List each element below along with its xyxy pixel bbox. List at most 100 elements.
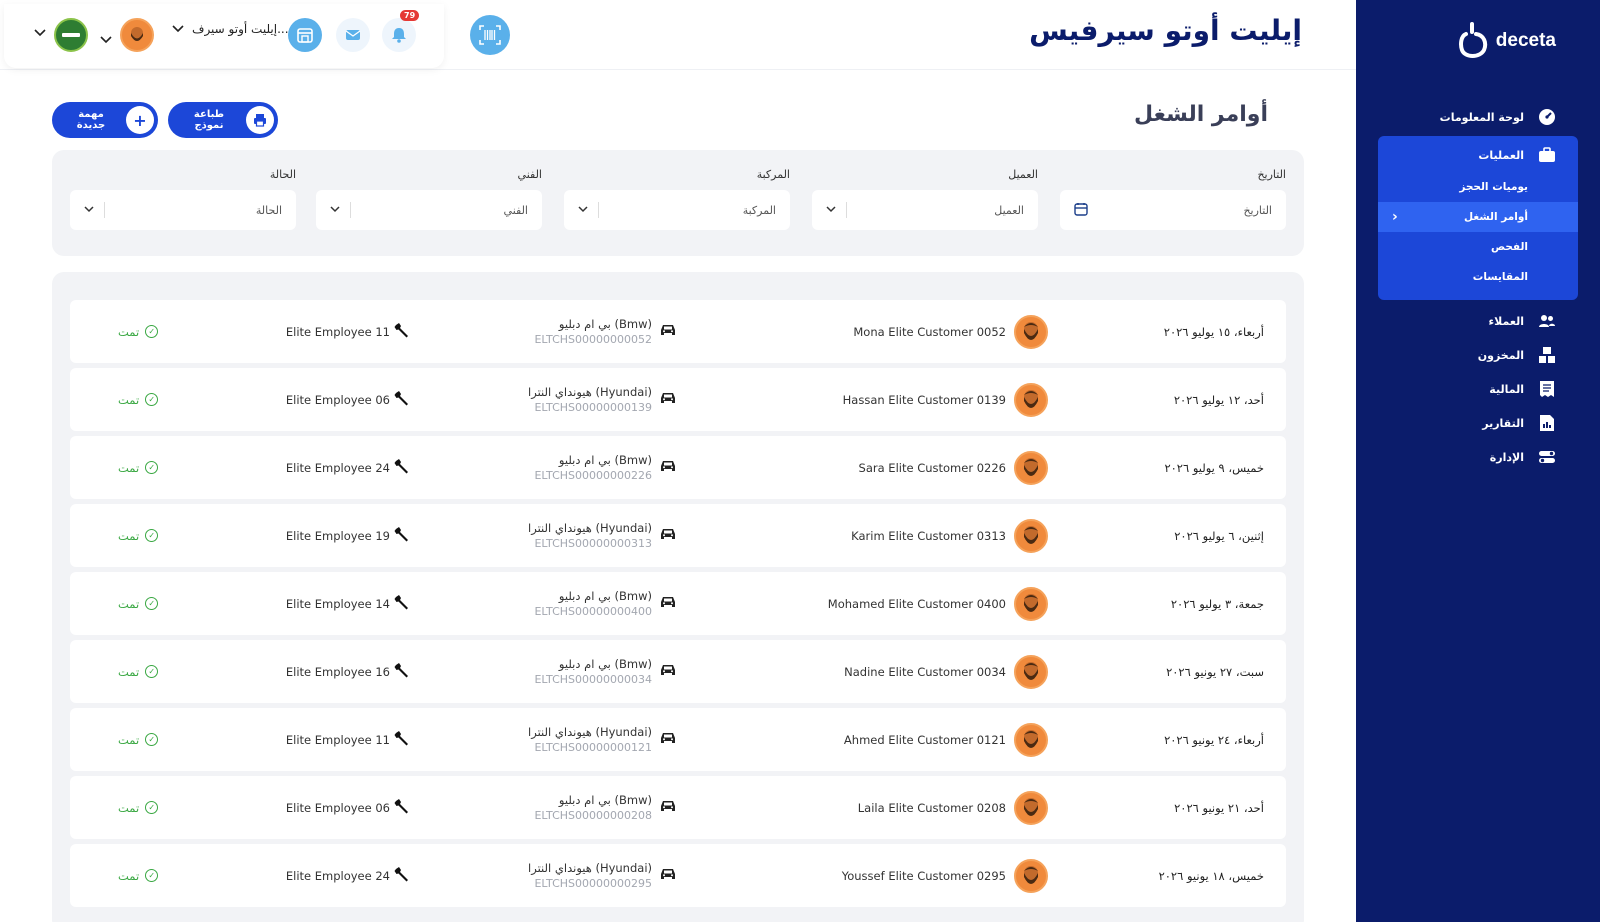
technician-name: Elite Employee 24 xyxy=(285,460,390,475)
customer-avatar xyxy=(1014,382,1048,417)
vehicle-name: بي ام دبليو (Bmw) xyxy=(558,792,652,807)
sidebar-sub-inspection[interactable]: الفحص xyxy=(1378,232,1578,262)
table-row[interactable]: أحد، ١٢ يوليو ٢٠٢٦ Hassan Elite Customer… xyxy=(70,368,1286,431)
briefcase-icon xyxy=(1538,146,1556,164)
row-vehicle[interactable]: بي ام دبليو (Bmw) ELTCHS00000000208 xyxy=(534,776,676,839)
row-customer[interactable]: Mohamed Elite Customer 0400 xyxy=(828,572,1048,635)
table-row[interactable]: أحد، ٢١ يونيو ٢٠٢٦ Laila Elite Customer … xyxy=(70,776,1286,839)
customer-filter-placeholder: العميل xyxy=(994,203,1024,217)
sidebar-item-operations[interactable]: العمليات xyxy=(1378,138,1578,172)
car-icon xyxy=(660,731,676,748)
row-customer[interactable]: Karim Elite Customer 0313 xyxy=(851,504,1048,567)
language-flag-button[interactable] xyxy=(54,18,88,52)
sidebar-item-label: العملاء xyxy=(1488,314,1524,328)
vehicle-filter-select[interactable]: المركبة xyxy=(564,190,790,230)
sidebar-item-admin[interactable]: الإدارة xyxy=(1356,440,1600,474)
table-row[interactable]: أربعاء، ١٥ يوليو ٢٠٢٦ Mona Elite Custome… xyxy=(70,300,1286,363)
table-row[interactable]: خميس، ٩ يوليو ٢٠٢٦ Sara Elite Customer 0… xyxy=(70,436,1286,499)
row-vehicle[interactable]: بي ام دبليو (Bmw) ELTCHS00000000400 xyxy=(534,572,676,635)
check-circle-icon: ✓ xyxy=(145,393,159,406)
wrench-icon xyxy=(394,390,410,409)
language-chevron-icon[interactable] xyxy=(34,29,46,40)
company-name: إيليت أوتو سيرف... xyxy=(192,22,289,36)
notifications-button[interactable]: 79 xyxy=(382,10,420,52)
vehicle-plate: ELTCHS00000000208 xyxy=(534,808,652,822)
row-technician: Elite Employee 24 xyxy=(286,844,410,907)
branch-button[interactable] xyxy=(288,18,322,52)
technician-name: Elite Employee 24 xyxy=(285,868,390,883)
logo[interactable]: deceta xyxy=(1458,22,1556,60)
customer-avatar xyxy=(1014,518,1048,553)
sidebar-sub-work-orders[interactable]: أوامر الشغل ‹ xyxy=(1378,202,1578,232)
row-customer[interactable]: Mona Elite Customer 0052 xyxy=(853,300,1048,363)
check-circle-icon: ✓ xyxy=(145,461,159,474)
date-filter-placeholder: التاريخ xyxy=(1243,203,1272,217)
sidebar-item-label: الإدارة xyxy=(1489,450,1524,464)
avatar-face-icon xyxy=(131,27,143,41)
wrench-icon xyxy=(394,594,410,613)
avatar-face-icon xyxy=(1024,321,1038,340)
row-vehicle[interactable]: هيونداي النترا (Hyundai) ELTCHS000000001… xyxy=(528,368,676,431)
row-status: ✓ تمت xyxy=(118,640,159,703)
wrench-icon xyxy=(394,866,410,885)
sidebar: deceta لوحة المعلومات العمليات يوميات ال… xyxy=(1356,0,1600,922)
sidebar-item-reports[interactable]: التقارير xyxy=(1356,406,1600,440)
table-row[interactable]: جمعة، ٣ يوليو ٢٠٢٦ Mohamed Elite Custome… xyxy=(70,572,1286,635)
company-selector[interactable]: إيليت أوتو سيرف... xyxy=(172,22,289,36)
vehicle-plate: ELTCHS00000000139 xyxy=(534,400,652,414)
check-circle-icon: ✓ xyxy=(145,529,159,542)
chevron-left-icon: ‹ xyxy=(1392,209,1398,225)
sidebar-sub-estimates[interactable]: المقايسات xyxy=(1378,262,1578,292)
user-avatar[interactable] xyxy=(120,18,154,52)
customer-filter-select[interactable]: العميل xyxy=(812,190,1038,230)
row-vehicle[interactable]: هيونداي النترا (Hyundai) ELTCHS000000003… xyxy=(528,504,676,567)
sidebar-item-dashboard[interactable]: لوحة المعلومات xyxy=(1356,100,1600,134)
row-technician: Elite Employee 14 xyxy=(286,572,410,635)
new-task-button[interactable]: مهمة جديدة + xyxy=(52,102,158,138)
print-form-button[interactable]: طباعة نموذج xyxy=(168,102,278,138)
row-customer[interactable]: Youssef Elite Customer 0295 xyxy=(842,844,1048,907)
wrench-icon xyxy=(394,730,410,749)
barcode-scan-button[interactable] xyxy=(470,15,510,55)
chevron-down-icon xyxy=(330,205,340,216)
row-vehicle[interactable]: بي ام دبليو (Bmw) ELTCHS00000000052 xyxy=(534,300,676,363)
row-customer[interactable]: Hassan Elite Customer 0139 xyxy=(843,368,1048,431)
sidebar-item-inventory[interactable]: المخزون xyxy=(1356,338,1600,372)
status-filter-select[interactable]: الحالة xyxy=(70,190,296,230)
sidebar-item-customers[interactable]: العملاء xyxy=(1356,304,1600,338)
profile-chevron-icon[interactable] xyxy=(100,29,112,48)
row-date: إثنين، ٦ يوليو ٢٠٢٦ xyxy=(1174,528,1264,543)
row-customer[interactable]: Ahmed Elite Customer 0121 xyxy=(844,708,1048,771)
table-row[interactable]: أربعاء، ٢٤ يونيو ٢٠٢٦ Ahmed Elite Custom… xyxy=(70,708,1286,771)
row-vehicle[interactable]: بي ام دبليو (Bmw) ELTCHS00000000034 xyxy=(534,640,676,703)
row-status: ✓ تمت xyxy=(118,844,159,907)
customer-avatar xyxy=(1014,654,1048,689)
filter-customer-label: العميل xyxy=(1008,168,1038,181)
messages-button[interactable] xyxy=(336,18,370,52)
row-customer[interactable]: Laila Elite Customer 0208 xyxy=(858,776,1048,839)
technician-filter-select[interactable]: الفني xyxy=(316,190,542,230)
row-vehicle[interactable]: هيونداي النترا (Hyundai) ELTCHS000000001… xyxy=(528,708,676,771)
sidebar-item-label: المخزون xyxy=(1477,348,1524,362)
row-date: خميس، ٩ يوليو ٢٠٢٦ xyxy=(1164,460,1264,475)
row-date: أحد، ١٢ يوليو ٢٠٢٦ xyxy=(1173,392,1264,407)
sidebar-item-finance[interactable]: المالية xyxy=(1356,372,1600,406)
row-vehicle[interactable]: هيونداي النترا (Hyundai) ELTCHS000000002… xyxy=(528,844,676,907)
row-vehicle[interactable]: بي ام دبليو (Bmw) ELTCHS00000000226 xyxy=(534,436,676,499)
row-customer[interactable]: Sara Elite Customer 0226 xyxy=(859,436,1048,499)
avatar-face-icon xyxy=(1024,457,1038,476)
table-row[interactable]: إثنين، ٦ يوليو ٢٠٢٦ Karim Elite Customer… xyxy=(70,504,1286,567)
status-filter-placeholder: الحالة xyxy=(255,203,282,217)
chevron-down-icon xyxy=(578,205,588,216)
row-date: خميس، ١٨ يونيو ٢٠٢٦ xyxy=(1158,868,1264,883)
sidebar-sub-booking-diary[interactable]: يوميات الحجز xyxy=(1378,172,1578,202)
table-row[interactable]: سبت، ٢٧ يونيو ٢٠٢٦ Nadine Elite Customer… xyxy=(70,640,1286,703)
sidebar-item-label: المالية xyxy=(1489,382,1524,396)
filter-technician: الفني الفني xyxy=(316,168,542,230)
table-row[interactable]: خميس، ١٨ يونيو ٢٠٢٦ Youssef Elite Custom… xyxy=(70,844,1286,907)
date-filter-input[interactable]: التاريخ xyxy=(1060,190,1286,230)
row-customer[interactable]: Nadine Elite Customer 0034 xyxy=(844,640,1048,703)
customer-avatar xyxy=(1014,314,1048,349)
avatar-face-icon xyxy=(1024,661,1038,680)
check-circle-icon: ✓ xyxy=(145,665,159,678)
